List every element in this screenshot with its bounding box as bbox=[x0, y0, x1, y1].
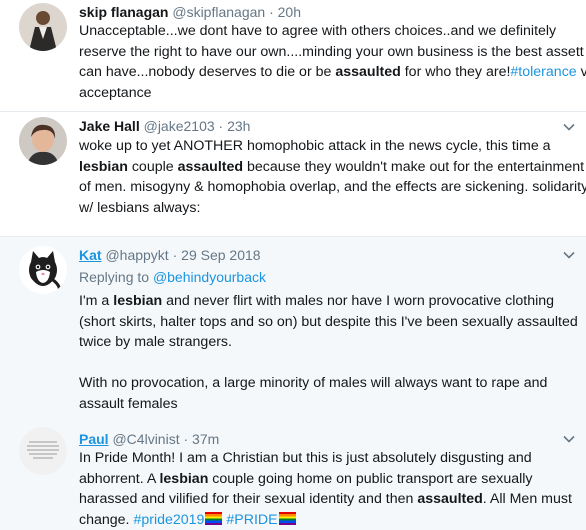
text-line: can have...nobody deserves to die or be … bbox=[79, 64, 586, 80]
user-handle[interactable]: @C4lvinist bbox=[112, 431, 179, 447]
hashtag-link[interactable]: #PRIDE bbox=[226, 512, 277, 528]
text-line: I'm a lesbian and never flirt with males… bbox=[79, 293, 555, 309]
display-name[interactable]: Jake Hall bbox=[79, 118, 140, 134]
timestamp[interactable]: 23h bbox=[227, 118, 250, 134]
tweet-header: Kat @happykt · 29 Sep 2018 bbox=[79, 246, 261, 264]
tweet-header: skip flanagan @skipflanagan · 20h bbox=[79, 3, 301, 21]
rainbow-flag-icon bbox=[205, 511, 223, 525]
tweet-text: Unacceptable...we dont have to agree wit… bbox=[79, 21, 586, 103]
tweet-jake-hall[interactable]: Jake Hall @jake2103 · 23h woke up to yet… bbox=[0, 112, 586, 237]
chevron-down-icon[interactable] bbox=[562, 432, 576, 446]
separator: · bbox=[269, 4, 274, 20]
tweet-header: Paul @C4lvinist · 37m bbox=[79, 430, 219, 448]
tweet-text: woke up to yet ANOTHER homophobic attack… bbox=[79, 136, 586, 218]
tweet-skip-flanagan[interactable]: skip flanagan @skipflanagan · 20h Unacce… bbox=[0, 0, 586, 112]
hashtag-link[interactable]: #pride2019 bbox=[133, 512, 204, 528]
display-name[interactable]: skip flanagan bbox=[79, 4, 168, 20]
reply-prefix: Replying to bbox=[79, 269, 150, 285]
user-handle[interactable]: @jake2103 bbox=[144, 118, 215, 134]
reply-context: Replying to @behindyourback bbox=[79, 268, 266, 286]
tweet-text: I'm a lesbian and never flirt with males… bbox=[79, 291, 585, 414]
rainbow-flag-icon bbox=[278, 511, 296, 525]
text-line: woke up to yet ANOTHER homophobic attack… bbox=[79, 138, 551, 154]
separator: · bbox=[218, 118, 224, 134]
avatar[interactable] bbox=[19, 246, 67, 294]
user-handle[interactable]: @happykt bbox=[105, 247, 168, 263]
text-line: harassed and vilified for their sexual i… bbox=[79, 491, 572, 507]
text-line: reserve the right to have our own....min… bbox=[79, 43, 586, 60]
hashtag-link[interactable]: #tolerance bbox=[510, 64, 576, 80]
text-line: of men. misogyny & homophobia overlap, a… bbox=[79, 179, 586, 195]
timestamp[interactable]: 20h bbox=[278, 4, 301, 20]
avatar[interactable] bbox=[19, 427, 67, 475]
text-line: Unacceptable...we dont have to agree wit… bbox=[79, 23, 557, 39]
tweet-paul[interactable]: Paul @C4lvinist · 37m In Pride Month! I … bbox=[0, 420, 586, 530]
separator: · bbox=[172, 247, 178, 263]
separator: · bbox=[183, 431, 189, 447]
chevron-down-icon[interactable] bbox=[562, 120, 576, 134]
text-line: lesbian couple assaulted because they wo… bbox=[79, 158, 585, 175]
text-line: change. #pride2019 #PRIDE bbox=[79, 510, 585, 530]
reply-to-link[interactable]: @behindyourback bbox=[153, 269, 266, 285]
timestamp[interactable]: 29 Sep 2018 bbox=[181, 247, 260, 263]
user-handle[interactable]: @skipflanagan bbox=[172, 4, 265, 20]
tweet-text: In Pride Month! I am a Christian but thi… bbox=[79, 448, 585, 530]
tweet-header: Jake Hall @jake2103 · 23h bbox=[79, 117, 250, 135]
text-line: In Pride Month! I am a Christian but thi… bbox=[79, 450, 532, 466]
text-line: With no provocation, a large minority of… bbox=[79, 375, 548, 391]
text-line: (short skirts, halter tops and so on) bu… bbox=[79, 313, 578, 330]
text-line: assault females bbox=[79, 395, 178, 412]
display-name[interactable]: Paul bbox=[79, 431, 109, 447]
tweet-kat[interactable]: Kat @happykt · 29 Sep 2018 Replying to @… bbox=[0, 237, 586, 420]
chevron-down-icon[interactable] bbox=[562, 248, 576, 262]
avatar[interactable] bbox=[19, 117, 67, 165]
text-line: acceptance bbox=[79, 84, 152, 101]
text-line: abhorrent. A lesbian couple going home o… bbox=[79, 470, 533, 487]
text-line: w/ lesbians always: bbox=[79, 199, 201, 216]
avatar[interactable] bbox=[19, 3, 67, 51]
text-line bbox=[79, 353, 585, 374]
timestamp[interactable]: 37m bbox=[192, 431, 219, 447]
display-name[interactable]: Kat bbox=[79, 247, 102, 263]
text-line: twice by male strangers. bbox=[79, 334, 232, 350]
